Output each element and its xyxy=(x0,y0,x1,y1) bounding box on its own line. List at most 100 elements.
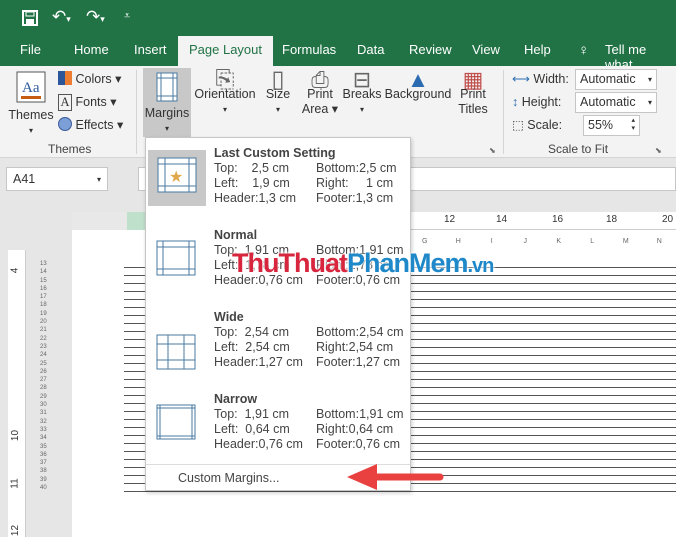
tab-file[interactable]: File xyxy=(20,42,41,57)
row-header[interactable]: 13 xyxy=(40,260,54,268)
scale-value: 55% xyxy=(588,118,614,132)
row-header[interactable]: 20 xyxy=(40,318,54,326)
divider xyxy=(136,70,137,154)
scale-label: ⬚ Scale: xyxy=(512,118,562,133)
row-header[interactable]: 23 xyxy=(40,343,54,351)
row-header[interactable]: 22 xyxy=(40,335,54,343)
row-header[interactable]: 27 xyxy=(40,376,54,384)
margins-button[interactable]: Margins ▾ xyxy=(143,68,191,137)
column-header[interactable]: M xyxy=(609,238,643,250)
row-header[interactable]: 16 xyxy=(40,285,54,293)
row-header[interactable]: 34 xyxy=(40,434,54,442)
save-icon[interactable] xyxy=(21,9,39,27)
customize-icon[interactable]: ⩡ xyxy=(124,10,130,23)
divider xyxy=(503,70,504,154)
redo-icon[interactable]: ↷▾ xyxy=(86,7,105,27)
logo-part: PhanMem xyxy=(346,248,469,278)
margin-preview-icon xyxy=(156,404,196,440)
row-header[interactable]: 25 xyxy=(40,360,54,368)
row-header[interactable]: 14 xyxy=(40,268,54,276)
width-text: Width: xyxy=(533,72,569,86)
row-headers: 13 14 15 16 17 18 19 20 21 22 23 24 25 26 27 28 29 30 31 32… xyxy=(40,260,54,492)
option-right: Right:0,64 cm xyxy=(316,422,394,436)
row-header[interactable]: 18 xyxy=(40,301,54,309)
scale-launcher-icon[interactable]: ⬊ xyxy=(655,146,662,155)
fonts-button[interactable]: A Fonts ▾ xyxy=(58,94,117,111)
margin-option-last-custom-setting[interactable]: ★ Last Custom Setting Top: 2,5 cm Left: 1,9… xyxy=(146,140,410,218)
ruler-tick: 14 xyxy=(496,214,508,225)
spinner-icon[interactable]: ▴ ▾ xyxy=(631,117,635,133)
row-header[interactable]: 33 xyxy=(40,426,54,434)
size-label: Size xyxy=(265,87,291,101)
name-box[interactable]: A41 ▾ xyxy=(6,167,108,191)
row-header[interactable]: 29 xyxy=(40,393,54,401)
height-label: ↕ Height: xyxy=(512,95,561,110)
tab-review[interactable]: Review xyxy=(409,42,452,57)
effects-button[interactable]: Effects ▾ xyxy=(58,117,123,133)
name-box-value: A41 xyxy=(13,172,36,186)
row-header[interactable]: 37 xyxy=(40,459,54,467)
chevron-down-icon: ▾ xyxy=(96,175,101,184)
themes-group-label: Themes xyxy=(48,142,92,156)
width-label: ⟷ Width: xyxy=(512,72,569,87)
tab-home[interactable]: Home xyxy=(74,42,109,57)
option-bottom: Bottom:2,5 cm xyxy=(316,161,397,175)
size-button[interactable]: ▯ Size ▾ xyxy=(262,68,294,117)
row-header[interactable]: 31 xyxy=(40,409,54,417)
themes-icon: Aa xyxy=(16,71,46,103)
tab-data[interactable]: Data xyxy=(357,42,384,57)
row-header[interactable]: 19 xyxy=(40,310,54,318)
colors-button[interactable]: Colors ▾ xyxy=(58,71,121,87)
tab-formulas[interactable]: Formulas xyxy=(282,42,336,57)
ruler-tick: 10 xyxy=(10,429,22,442)
row-header[interactable]: 21 xyxy=(40,326,54,334)
margin-option-wide[interactable]: Wide Top: 2,54 cm Left: 2,54 cm Header:1,27… xyxy=(146,304,410,382)
margins-icon xyxy=(156,72,178,102)
option-title: Normal xyxy=(214,228,258,242)
row-header[interactable]: 15 xyxy=(40,277,54,285)
option-right: Right:2,54 cm xyxy=(316,340,394,354)
option-right: Right: 1 cm xyxy=(316,176,394,190)
column-header[interactable]: J xyxy=(509,238,543,250)
custom-margins-item[interactable]: Custom Margins... xyxy=(178,471,279,485)
row-header[interactable]: 26 xyxy=(40,368,54,376)
row-header[interactable]: 24 xyxy=(40,351,54,359)
tab-view[interactable]: View xyxy=(472,42,500,57)
fonts-label: Fonts xyxy=(75,95,107,109)
row-header[interactable]: 38 xyxy=(40,467,54,475)
colors-icon xyxy=(58,71,72,85)
effects-label: Effects xyxy=(75,118,114,132)
breaks-button[interactable]: ⊟ Breaks ▾ xyxy=(342,69,382,117)
margin-option-narrow[interactable]: Narrow Top: 1,91 cm Left: 0,64 cm Header:0,… xyxy=(146,386,410,464)
row-header[interactable]: 36 xyxy=(40,451,54,459)
row-header[interactable]: 40 xyxy=(40,484,54,492)
orientation-button[interactable]: ⎘ Orientation ▾ xyxy=(194,68,256,117)
column-header[interactable]: N xyxy=(643,238,676,250)
row-header[interactable]: 30 xyxy=(40,401,54,409)
chevron-down-icon: ▾ xyxy=(647,75,652,84)
width-select[interactable]: Automatic ▾ xyxy=(575,69,657,90)
tab-page-layout[interactable]: Page Layout xyxy=(178,36,274,66)
print-titles-button[interactable]: ▦ Print Titles xyxy=(455,69,491,117)
row-header[interactable]: 28 xyxy=(40,384,54,392)
breaks-label: Breaks xyxy=(342,87,382,101)
column-header[interactable]: L xyxy=(576,238,610,250)
option-bottom: Bottom:1,91 cm xyxy=(316,407,404,421)
undo-icon[interactable]: ↶▾ xyxy=(52,7,71,27)
height-select[interactable]: Automatic ▾ xyxy=(575,92,657,113)
row-header[interactable]: 32 xyxy=(40,418,54,426)
margin-preview-icon xyxy=(156,334,196,370)
row-header[interactable]: 39 xyxy=(40,476,54,484)
page-setup-launcher-icon[interactable]: ⬊ xyxy=(489,146,496,155)
scale-spinner[interactable]: 55% ▴ ▾ xyxy=(583,115,640,136)
print-area-button[interactable]: ⎙ Print Area ▾ xyxy=(300,69,340,117)
background-button[interactable]: ▲ Background xyxy=(384,69,452,102)
option-header: Header:1,27 cm xyxy=(214,355,303,369)
margin-preview-icon: ★ xyxy=(157,157,197,193)
themes-button[interactable]: Aa Themes ▾ xyxy=(8,70,54,138)
row-header[interactable]: 35 xyxy=(40,443,54,451)
tab-insert[interactable]: Insert xyxy=(134,42,167,57)
column-header[interactable]: K xyxy=(542,238,576,250)
tab-help[interactable]: Help xyxy=(524,42,551,57)
row-header[interactable]: 17 xyxy=(40,293,54,301)
